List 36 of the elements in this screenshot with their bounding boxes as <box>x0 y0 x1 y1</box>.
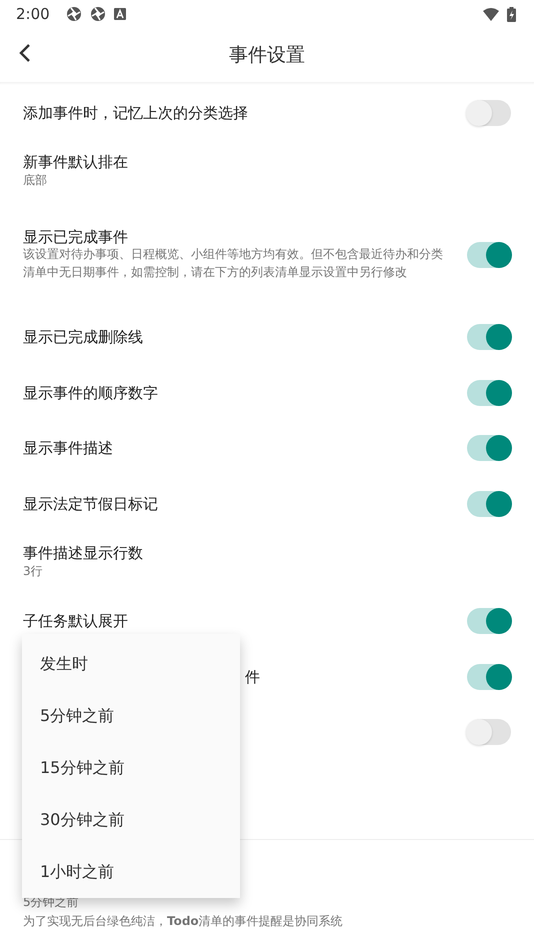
setting-value: 底部 <box>23 172 48 188</box>
toggle-switch[interactable] <box>467 242 511 268</box>
setting-title: 显示已完成事件 <box>23 229 129 245</box>
setting-title: 显示法定节假日标记 <box>23 496 158 512</box>
toggle-switch[interactable] <box>467 608 511 634</box>
setting-title: 件 <box>245 668 260 686</box>
menu-item[interactable]: 5分钟之前 <box>22 688 240 740</box>
setting-description: 为了实现无后台绿色纯洁，Todo清单的事件提醒是协同系统 <box>23 913 343 930</box>
setting-value: 3行 <box>23 562 44 580</box>
page-title: 事件设置 <box>229 42 305 68</box>
setting-description: 该设置对待办事项、日程概览、小组件等地方均有效。但不包含最近待办和分类清单中无日期事件，如需控制，请在下方的列表清单显示设置中另行修改 <box>23 246 443 281</box>
toggle-switch[interactable] <box>467 490 511 517</box>
aperture-icon <box>90 6 106 22</box>
setting-title: 新事件默认排在 <box>23 154 128 170</box>
toggle-switch[interactable] <box>467 100 511 126</box>
toggle-switch[interactable] <box>467 435 511 462</box>
aperture-icon <box>66 6 82 22</box>
toggle-switch[interactable] <box>467 664 511 690</box>
setting-title: 显示事件的顺序数字 <box>23 384 158 401</box>
setting-title: 子任务默认展开 <box>23 613 128 630</box>
back-icon[interactable] <box>18 43 32 63</box>
setting-title: 显示事件描述 <box>23 440 113 456</box>
toggle-switch[interactable] <box>467 719 511 746</box>
battery-icon <box>507 6 516 22</box>
wifi-icon <box>483 8 499 20</box>
setting-title: 添加事件时，记忆上次的分类选择 <box>23 104 248 121</box>
setting-title: 事件描述显示行数 <box>23 544 143 560</box>
menu-item[interactable]: 1小时之前 <box>22 844 240 896</box>
toggle-switch[interactable] <box>467 324 511 350</box>
menu-item[interactable]: 30分钟之前 <box>22 792 240 844</box>
letter-icon <box>114 8 126 20</box>
menu-item[interactable]: 发生时 <box>22 636 240 688</box>
status-time: 2:00 <box>16 4 50 25</box>
setting-title: 显示已完成删除线 <box>23 329 143 346</box>
toggle-switch[interactable] <box>467 380 511 406</box>
menu-item[interactable]: 15分钟之前 <box>22 740 240 792</box>
